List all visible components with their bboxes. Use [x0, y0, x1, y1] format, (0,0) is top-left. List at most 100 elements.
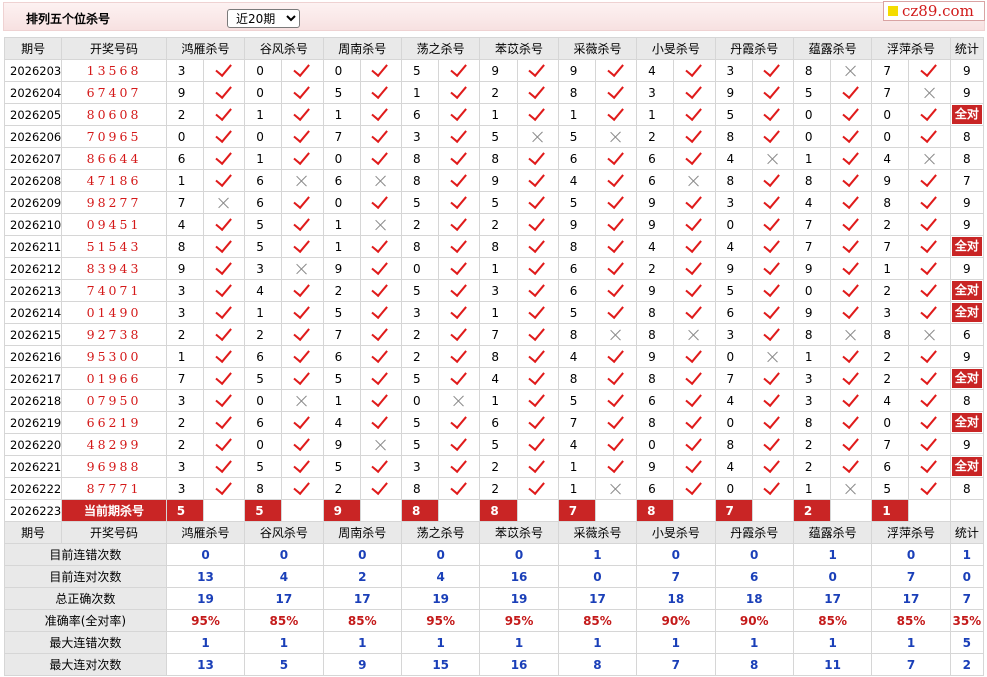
column-header-expert[interactable]: 小旻杀号 — [636, 37, 716, 60]
stats-value: 1 — [322, 631, 402, 654]
kill-number-cell: 6 — [557, 279, 596, 302]
column-header-expert[interactable]: 苯苡杀号 — [479, 521, 559, 544]
kill-number-cell: 0 — [792, 279, 832, 302]
kill-number-cell: 0 — [244, 81, 283, 104]
check-icon — [842, 390, 859, 407]
result-cell — [438, 213, 481, 236]
cross-icon — [767, 153, 779, 165]
check-icon — [528, 236, 546, 253]
column-header-expert[interactable]: 鸿雁杀号 — [165, 521, 246, 544]
kill-number-cell: 4 — [871, 389, 910, 412]
all-correct-badge: 全对 — [951, 413, 982, 432]
site-logo[interactable]: cz89.com — [883, 1, 985, 21]
column-header-expert[interactable]: 蕴露杀号 — [792, 37, 873, 60]
result-cell — [830, 235, 873, 258]
result-cell — [908, 455, 951, 478]
kill-number-cell: 3 — [165, 59, 204, 82]
check-icon — [450, 368, 467, 385]
count-cell: 9 — [949, 59, 985, 82]
column-header-expert[interactable]: 谷风杀号 — [244, 37, 324, 60]
result-cell — [359, 301, 402, 324]
check-icon — [685, 236, 702, 253]
kill-number-cell: 0 — [165, 125, 204, 148]
column-header-expert[interactable]: 浮萍杀号 — [871, 521, 951, 544]
stats-row: 总正确次数 19 17 17 19 19 17 18 18 17 17 7 — [4, 587, 985, 610]
check-icon — [685, 104, 702, 121]
kill-number-cell: 6 — [636, 477, 675, 500]
check-icon — [763, 390, 781, 407]
result-cell — [359, 81, 402, 104]
result-cell — [438, 279, 481, 302]
kill-number-cell: 5 — [479, 191, 518, 214]
kill-number-cell: 7 — [479, 323, 518, 346]
kill-number-cell: 1 — [244, 147, 283, 170]
result-cell — [202, 235, 246, 258]
kill-number-cell: 8 — [636, 367, 675, 390]
stats-value: 7 — [871, 653, 951, 676]
count-cell: 全对 — [949, 367, 985, 390]
check-icon — [293, 192, 310, 209]
kill-number-cell: 9 — [636, 213, 675, 236]
result-cell — [908, 323, 951, 346]
result-cell — [830, 257, 873, 280]
result-cell — [673, 455, 716, 478]
check-icon — [606, 60, 624, 77]
stats-row: 目前连错次数 0 0 0 0 0 1 0 0 1 0 1 — [4, 543, 985, 566]
stats-value: 90% — [636, 609, 716, 632]
table-row: 2026215 92738 2 2 7 2 7 8 8 3 8 8 6 — [3, 323, 985, 346]
kill-number-cell: 7 — [792, 235, 832, 258]
check-icon — [606, 346, 624, 363]
kill-number-cell: 5 — [400, 59, 440, 82]
check-icon — [920, 214, 937, 231]
kill-number-cell: 8 — [479, 345, 518, 368]
column-header-expert[interactable]: 浮萍杀号 — [871, 37, 951, 60]
check-icon — [606, 192, 624, 209]
kill-number-cell: 8 — [714, 125, 753, 148]
column-header-expert[interactable]: 蕴露杀号 — [792, 521, 873, 544]
kill-number-cell: 2 — [165, 411, 204, 434]
result-cell — [438, 323, 481, 346]
kill-number-cell: 2 — [792, 455, 832, 478]
kill-number-cell: 6 — [557, 147, 596, 170]
column-header-expert[interactable]: 周南杀号 — [322, 37, 402, 60]
result-cell — [751, 81, 794, 104]
table-row: 2026203 13568 3 0 0 5 9 9 4 3 8 7 9 — [3, 59, 985, 82]
kill-number-cell: 8 — [557, 323, 596, 346]
column-header-expert[interactable]: 采薇杀号 — [557, 521, 638, 544]
cross-icon — [453, 395, 465, 407]
kill-number-cell: 3 — [165, 389, 204, 412]
check-icon — [371, 412, 389, 429]
result-cell — [281, 433, 324, 456]
kill-number-cell: 1 — [244, 103, 283, 126]
kill-number-cell: 8 — [792, 59, 832, 82]
kill-number-cell: 6 — [244, 169, 283, 192]
count-cell: 8 — [949, 389, 985, 412]
check-icon — [528, 324, 546, 341]
column-header-expert[interactable]: 荡之杀号 — [400, 521, 481, 544]
kill-number-cell: 6 — [636, 147, 675, 170]
column-header-expert[interactable]: 丹霞杀号 — [714, 521, 794, 544]
column-header-expert[interactable]: 苯苡杀号 — [479, 37, 559, 60]
column-header-expert[interactable]: 小旻杀号 — [636, 521, 716, 544]
draw-number-cell: 01966 — [61, 367, 167, 390]
stats-value: 1 — [636, 631, 716, 654]
column-header-expert[interactable]: 丹霞杀号 — [714, 37, 794, 60]
stats-count: 5 — [949, 631, 985, 654]
kill-number-cell: 0 — [714, 411, 753, 434]
result-cell — [516, 81, 559, 104]
kill-number-cell: 7 — [871, 81, 910, 104]
result-cell — [359, 455, 402, 478]
column-header-expert[interactable]: 周南杀号 — [322, 521, 402, 544]
draw-number-cell: 95300 — [61, 345, 167, 368]
period-cell: 2026222 — [3, 477, 63, 500]
column-header-expert[interactable]: 采薇杀号 — [557, 37, 638, 60]
table-row: 2026205 80608 2 1 1 6 1 1 1 5 0 0 全对 — [3, 103, 985, 126]
column-header-expert[interactable]: 谷风杀号 — [244, 521, 324, 544]
period-range-select[interactable]: 近20期 — [227, 9, 300, 28]
count-cell: 全对 — [949, 235, 985, 258]
result-cell — [830, 455, 873, 478]
current-kill-spacer — [516, 499, 559, 522]
column-header-expert[interactable]: 荡之杀号 — [400, 37, 481, 60]
kill-number-cell: 0 — [714, 213, 753, 236]
column-header-expert[interactable]: 鸿雁杀号 — [165, 37, 246, 60]
